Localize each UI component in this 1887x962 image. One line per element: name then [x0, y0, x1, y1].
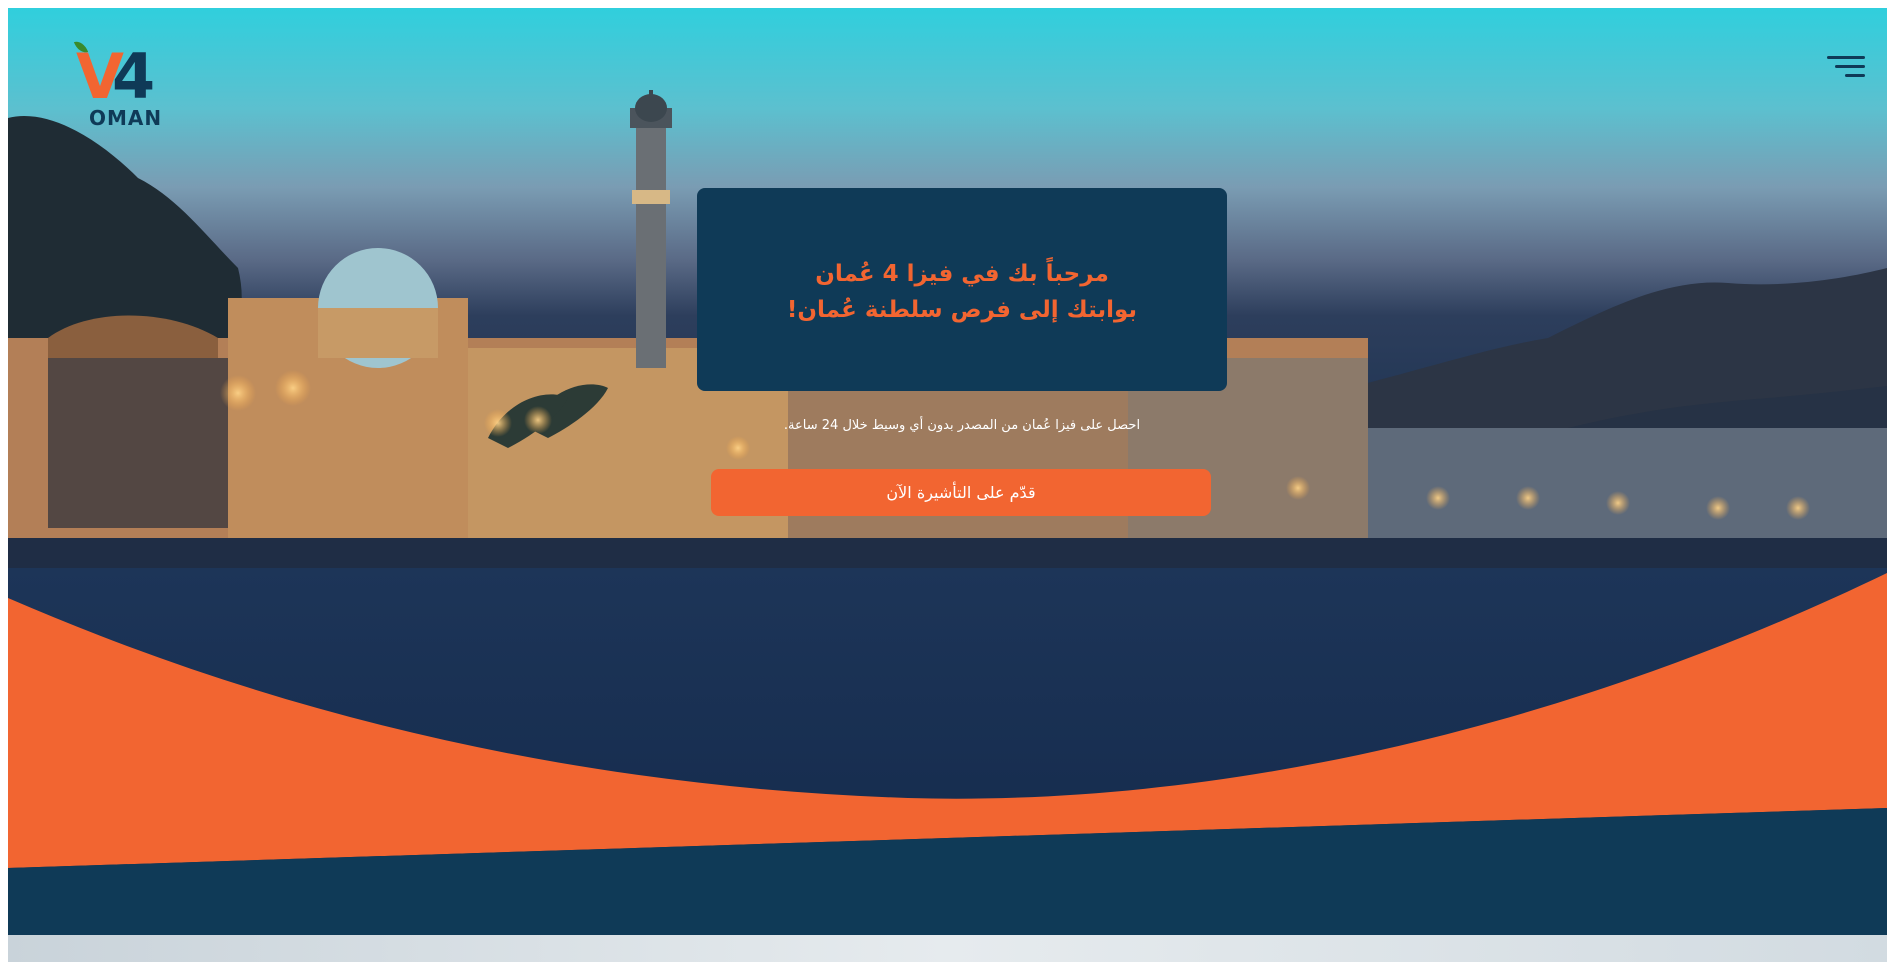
menu-line — [1845, 74, 1865, 77]
menu-line — [1827, 56, 1865, 59]
next-section-edge — [8, 932, 1887, 962]
logo-mark-4: 4 — [112, 40, 156, 113]
logo-wordmark: OMAN — [89, 106, 163, 130]
hero-subtitle: احصل على فيزا عُمان من المصدر بدون أي وس… — [783, 418, 1141, 433]
left-border — [0, 0, 8, 962]
brand-logo[interactable]: V 4 OMAN — [66, 38, 166, 130]
hero-title-line-1: مرحباً بك في فيزا 4 عُمان — [815, 261, 1109, 287]
hero-card: مرحباً بك في فيزا 4 عُمان بوابتك إلى فرص… — [697, 188, 1227, 391]
hero-title-line-2: بوابتك إلى فرص سلطنة عُمان! — [786, 297, 1138, 323]
apply-visa-button[interactable]: قدّم على التأشيرة الآن — [711, 469, 1211, 516]
hero-section: V 4 OMAN مرحباً بك في فيزا 4 عُمان بوابت… — [8, 8, 1887, 932]
top-border — [0, 0, 1887, 8]
hero-title: مرحباً بك في فيزا 4 عُمان بوابتك إلى فرص… — [697, 256, 1227, 328]
hamburger-menu-icon[interactable] — [1825, 54, 1865, 84]
menu-line — [1835, 65, 1865, 68]
